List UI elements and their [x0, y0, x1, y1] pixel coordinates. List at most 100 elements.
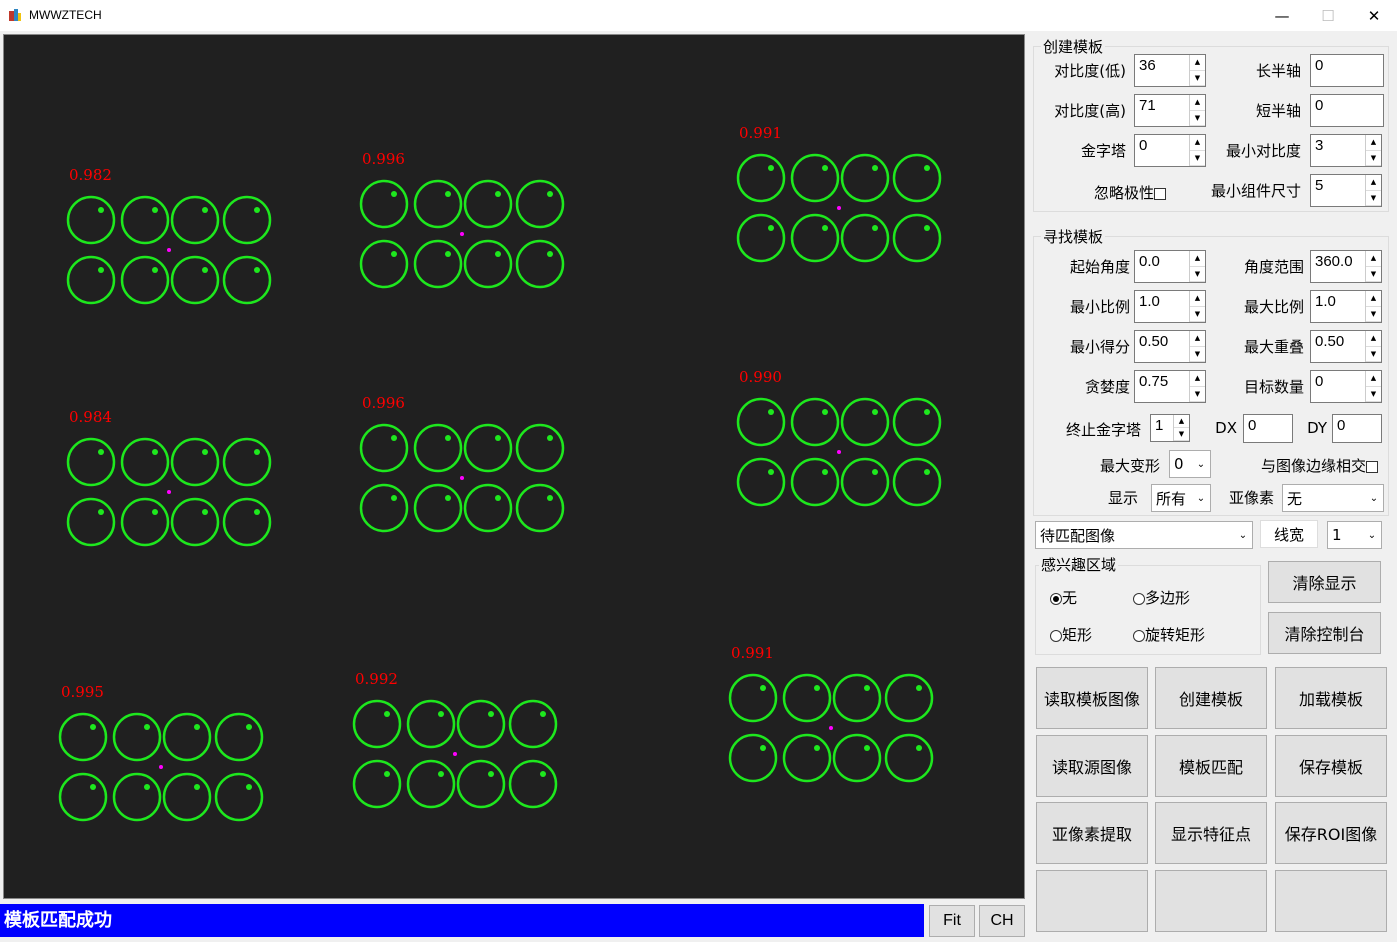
load-template-button[interactable]: 加载模板 — [1275, 667, 1387, 729]
spin-buttons[interactable]: ▲ ▼ — [1189, 251, 1205, 282]
spin-down-icon[interactable]: ▼ — [1190, 151, 1205, 166]
spin-buttons[interactable]: ▲ ▼ — [1189, 331, 1205, 362]
spin-down-icon[interactable]: ▼ — [1366, 307, 1381, 322]
spin-up-icon[interactable]: ▲ — [1366, 251, 1381, 267]
line-width-select[interactable]: 1 ⌄ — [1327, 521, 1382, 549]
spin-down-icon[interactable]: ▼ — [1366, 347, 1381, 362]
spin-up-icon[interactable]: ▲ — [1190, 331, 1205, 347]
spin-up-icon[interactable]: ▲ — [1366, 135, 1381, 151]
roi-option-polygon[interactable]: 多边形 — [1133, 587, 1190, 608]
dy-input[interactable]: 0 — [1332, 414, 1382, 443]
angle-range-spinner[interactable]: 360.0 ▲ ▼ — [1310, 250, 1382, 283]
min-score-value[interactable]: 0.50 — [1135, 331, 1189, 362]
clear-console-button[interactable]: 清除控制台 — [1268, 612, 1381, 654]
num-targets-spinner[interactable]: 0 ▲ ▼ — [1310, 370, 1382, 403]
angle-range-value[interactable]: 360.0 — [1311, 251, 1365, 282]
long-axis-input[interactable]: 0 — [1310, 54, 1384, 87]
spin-buttons[interactable]: ▲ ▼ — [1365, 291, 1381, 322]
min-component-spinner[interactable]: 5 ▲ ▼ — [1310, 174, 1382, 207]
spin-down-icon[interactable]: ▼ — [1190, 387, 1205, 402]
contrast-high-spinner[interactable]: 71 ▲ ▼ — [1134, 94, 1206, 127]
spin-down-icon[interactable]: ▼ — [1190, 111, 1205, 126]
spin-down-icon[interactable]: ▼ — [1190, 307, 1205, 322]
num-targets-value[interactable]: 0 — [1311, 371, 1365, 402]
read-template-image-button[interactable]: 读取模板图像 — [1036, 667, 1148, 729]
contrast-low-value[interactable]: 36 — [1135, 55, 1189, 86]
short-axis-input[interactable]: 0 — [1310, 94, 1384, 127]
max-deform-select[interactable]: 0 ⌄ — [1169, 450, 1211, 478]
min-scale-value[interactable]: 1.0 — [1135, 291, 1189, 322]
start-angle-spinner[interactable]: 0.0 ▲ ▼ — [1134, 250, 1206, 283]
subpixel-select[interactable]: 无 ⌄ — [1282, 484, 1384, 512]
empty-button[interactable] — [1275, 870, 1387, 932]
spin-up-icon[interactable]: ▲ — [1190, 55, 1205, 71]
spin-up-icon[interactable]: ▲ — [1366, 331, 1381, 347]
radio-unselected[interactable] — [1050, 629, 1062, 642]
spin-down-icon[interactable]: ▼ — [1366, 151, 1381, 166]
fit-button[interactable]: Fit — [929, 905, 975, 937]
spin-buttons[interactable]: ▲ ▼ — [1189, 291, 1205, 322]
maximize-button[interactable]: ☐ — [1305, 0, 1351, 31]
end-pyramid-spinner[interactable]: 1 ▲ ▼ — [1150, 414, 1190, 442]
spin-up-icon[interactable]: ▲ — [1190, 291, 1205, 307]
radio-unselected[interactable] — [1133, 592, 1145, 605]
min-contrast-value[interactable]: 3 — [1311, 135, 1365, 166]
greediness-value[interactable]: 0.75 — [1135, 371, 1189, 402]
max-scale-value[interactable]: 1.0 — [1311, 291, 1365, 322]
spin-buttons[interactable]: ▲ ▼ — [1365, 371, 1381, 402]
create-template-button[interactable]: 创建模板 — [1155, 667, 1267, 729]
border-intersect-checkbox[interactable] — [1366, 460, 1378, 473]
spin-up-icon[interactable]: ▲ — [1190, 135, 1205, 151]
roi-option-rotated-rect[interactable]: 旋转矩形 — [1133, 624, 1205, 645]
read-source-image-button[interactable]: 读取源图像 — [1036, 735, 1148, 797]
max-overlap-spinner[interactable]: 0.50 ▲ ▼ — [1310, 330, 1382, 363]
spin-buttons[interactable]: ▲ ▼ — [1189, 95, 1205, 126]
save-template-button[interactable]: 保存模板 — [1275, 735, 1387, 797]
spin-up-icon[interactable]: ▲ — [1174, 415, 1189, 428]
clear-display-button[interactable]: 清除显示 — [1268, 561, 1381, 603]
spin-down-icon[interactable]: ▼ — [1174, 428, 1189, 441]
spin-down-icon[interactable]: ▼ — [1190, 347, 1205, 362]
spin-buttons[interactable]: ▲ ▼ — [1365, 135, 1381, 166]
show-features-button[interactable]: 显示特征点 — [1155, 802, 1267, 864]
subpixel-extract-button[interactable]: 亚像素提取 — [1036, 802, 1148, 864]
ch-button[interactable]: CH — [979, 905, 1025, 937]
end-pyramid-value[interactable]: 1 — [1151, 415, 1173, 441]
min-score-spinner[interactable]: 0.50 ▲ ▼ — [1134, 330, 1206, 363]
empty-button[interactable] — [1155, 870, 1267, 932]
spin-up-icon[interactable]: ▲ — [1190, 371, 1205, 387]
spin-down-icon[interactable]: ▼ — [1190, 71, 1205, 86]
image-viewer[interactable]: 0.982 0.996 0.991 0.984 0.996 0.990 0.995 0.992… — [3, 34, 1025, 899]
greediness-spinner[interactable]: 0.75 ▲ ▼ — [1134, 370, 1206, 403]
border-intersect-row[interactable]: 与图像边缘相交 — [1240, 455, 1378, 476]
spin-buttons[interactable]: ▲ ▼ — [1365, 251, 1381, 282]
spin-down-icon[interactable]: ▼ — [1366, 267, 1381, 282]
spin-up-icon[interactable]: ▲ — [1366, 291, 1381, 307]
spin-up-icon[interactable]: ▲ — [1190, 251, 1205, 267]
spin-down-icon[interactable]: ▼ — [1366, 387, 1381, 402]
roi-option-none[interactable]: 无 — [1050, 587, 1077, 608]
minimize-button[interactable]: — — [1259, 0, 1305, 31]
save-roi-image-button[interactable]: 保存ROI图像 — [1275, 802, 1387, 864]
radio-selected[interactable] — [1050, 592, 1062, 605]
image-select[interactable]: 待匹配图像 ⌄ — [1035, 521, 1253, 549]
spin-down-icon[interactable]: ▼ — [1190, 267, 1205, 282]
pyramid-value[interactable]: 0 — [1135, 135, 1189, 166]
spin-buttons[interactable]: ▲ ▼ — [1365, 175, 1381, 206]
empty-button[interactable] — [1036, 870, 1148, 932]
spin-buttons[interactable]: ▲ ▼ — [1173, 415, 1189, 441]
spin-buttons[interactable]: ▲ ▼ — [1189, 55, 1205, 86]
min-contrast-spinner[interactable]: 3 ▲ ▼ — [1310, 134, 1382, 167]
contrast-high-value[interactable]: 71 — [1135, 95, 1189, 126]
spin-buttons[interactable]: ▲ ▼ — [1189, 371, 1205, 402]
spin-buttons[interactable]: ▲ ▼ — [1189, 135, 1205, 166]
pyramid-spinner[interactable]: 0 ▲ ▼ — [1134, 134, 1206, 167]
spin-up-icon[interactable]: ▲ — [1366, 371, 1381, 387]
min-scale-spinner[interactable]: 1.0 ▲ ▼ — [1134, 290, 1206, 323]
ignore-polarity-row[interactable]: 忽略极性 — [1048, 182, 1166, 203]
max-scale-spinner[interactable]: 1.0 ▲ ▼ — [1310, 290, 1382, 323]
contrast-low-spinner[interactable]: 36 ▲ ▼ — [1134, 54, 1206, 87]
dx-input[interactable]: 0 — [1243, 414, 1293, 443]
spin-buttons[interactable]: ▲ ▼ — [1365, 331, 1381, 362]
spin-down-icon[interactable]: ▼ — [1366, 191, 1381, 206]
